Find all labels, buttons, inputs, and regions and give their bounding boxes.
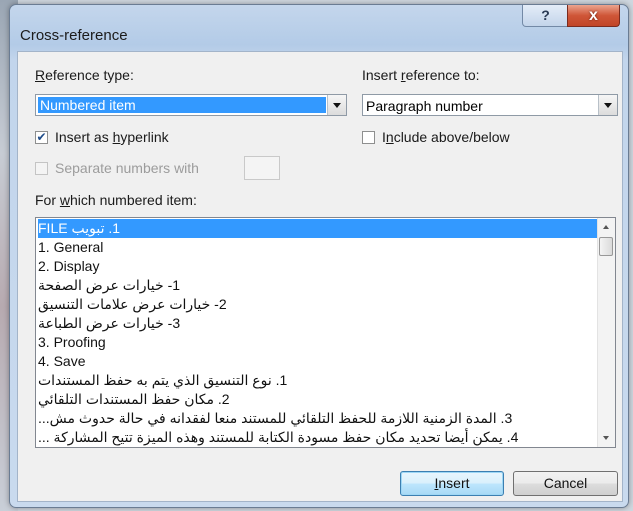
separate-numbers-label: Separate numbers with: [55, 160, 199, 176]
list-item[interactable]: 1. نوع التنسيق الذي يتم به حفظ المستندات: [38, 371, 598, 390]
list-item[interactable]: 3. Proofing: [38, 333, 106, 352]
insert-reference-to-value: Paragraph number: [366, 98, 483, 114]
dialog-body: Reference type: Numbered item Insert ref…: [17, 51, 623, 502]
list-item[interactable]: 1. تبويب FILE: [38, 219, 598, 238]
list-item[interactable]: 1. General: [38, 238, 103, 257]
list-item[interactable]: 3- خيارات عرض الطباعة: [38, 314, 598, 333]
list-item[interactable]: 2. مكان حفظ المستندات التلقائي: [38, 390, 598, 409]
cross-reference-dialog: Cross-reference ? x Reference type: Numb…: [9, 4, 629, 508]
include-above-below-text: Include above/below: [382, 129, 510, 145]
chevron-down-icon[interactable]: [598, 95, 617, 115]
reference-type-label: Reference type:: [35, 67, 134, 83]
insert-button[interactable]: Insert: [400, 471, 504, 496]
list-item[interactable]: 4. يمكن أيضا تحديد مكان حفظ مسودة الكتاب…: [38, 428, 598, 447]
title-bar[interactable]: Cross-reference ? x: [10, 5, 628, 51]
insert-as-hyperlink-text: Insert as hyperlink: [55, 129, 169, 145]
scroll-up-arrow-icon[interactable]: [598, 218, 615, 235]
scrollbar-thumb[interactable]: [599, 237, 613, 256]
insert-reference-to-dropdown[interactable]: Paragraph number: [362, 94, 618, 116]
insert-reference-to-text: Insert reference to:: [362, 67, 480, 83]
numbered-item-listbox[interactable]: 1. تبويب FILE 1. General 2. Display 1- خيار…: [35, 217, 616, 448]
list-item[interactable]: 1- خيارات عرض الصفحة: [38, 276, 598, 295]
reference-type-text: Reference type:: [35, 67, 134, 83]
help-button[interactable]: ?: [522, 5, 569, 27]
list-item[interactable]: 3. المدة الزمنية اللازمة للحفظ التلقائي …: [38, 409, 598, 428]
separate-numbers-input[interactable]: [244, 156, 280, 180]
reference-type-value: Numbered item: [38, 97, 326, 113]
list-item[interactable]: 2. Display: [38, 257, 99, 276]
vertical-scrollbar[interactable]: [597, 218, 615, 447]
scroll-down-arrow-icon[interactable]: [598, 430, 615, 447]
numbered-item-list-text: For which numbered item:: [35, 192, 197, 208]
separate-numbers-checkbox[interactable]: [35, 162, 48, 175]
list-item[interactable]: 2- خيارات عرض علامات التنسيق: [38, 295, 598, 314]
include-above-below-label[interactable]: Include above/below: [382, 129, 510, 145]
cancel-button[interactable]: Cancel: [513, 471, 618, 496]
insert-button-text: Insert: [434, 475, 470, 491]
close-button[interactable]: x: [567, 5, 620, 27]
chevron-down-icon[interactable]: [327, 95, 346, 115]
numbered-item-list-label: For which numbered item:: [35, 192, 197, 208]
dialog-title: Cross-reference: [20, 27, 128, 44]
checkmark-icon: ✔: [36, 130, 47, 144]
insert-reference-to-label: Insert reference to:: [362, 67, 480, 83]
reference-type-dropdown[interactable]: Numbered item: [35, 94, 347, 116]
insert-as-hyperlink-label[interactable]: Insert as hyperlink: [55, 129, 169, 145]
insert-as-hyperlink-checkbox[interactable]: ✔: [35, 131, 48, 144]
include-above-below-checkbox[interactable]: [362, 131, 375, 144]
list-item[interactable]: 4. Save: [38, 352, 85, 371]
